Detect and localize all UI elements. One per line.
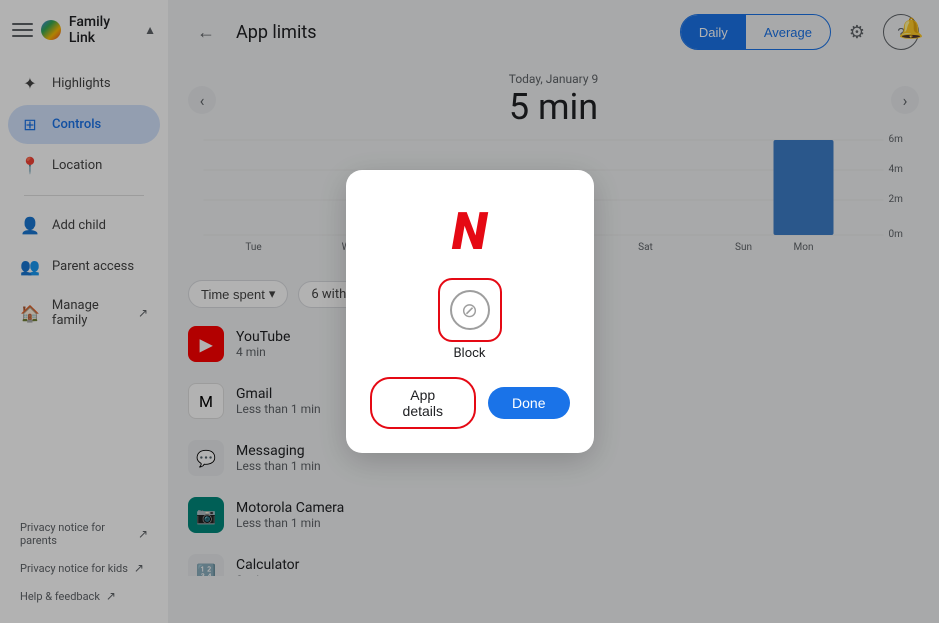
modal-overlay[interactable]: N ⊘ Block App details Done (0, 0, 939, 623)
block-wrapper: ⊘ Block (438, 278, 502, 361)
app-limit-modal: N ⊘ Block App details Done (346, 170, 594, 453)
modal-actions: App details Done (370, 377, 570, 429)
app-details-button[interactable]: App details (370, 377, 477, 429)
block-button[interactable]: ⊘ (438, 278, 502, 342)
block-label: Block (453, 346, 485, 361)
done-button[interactable]: Done (488, 387, 569, 419)
netflix-logo: N (440, 202, 500, 262)
block-icon: ⊘ (450, 290, 490, 330)
